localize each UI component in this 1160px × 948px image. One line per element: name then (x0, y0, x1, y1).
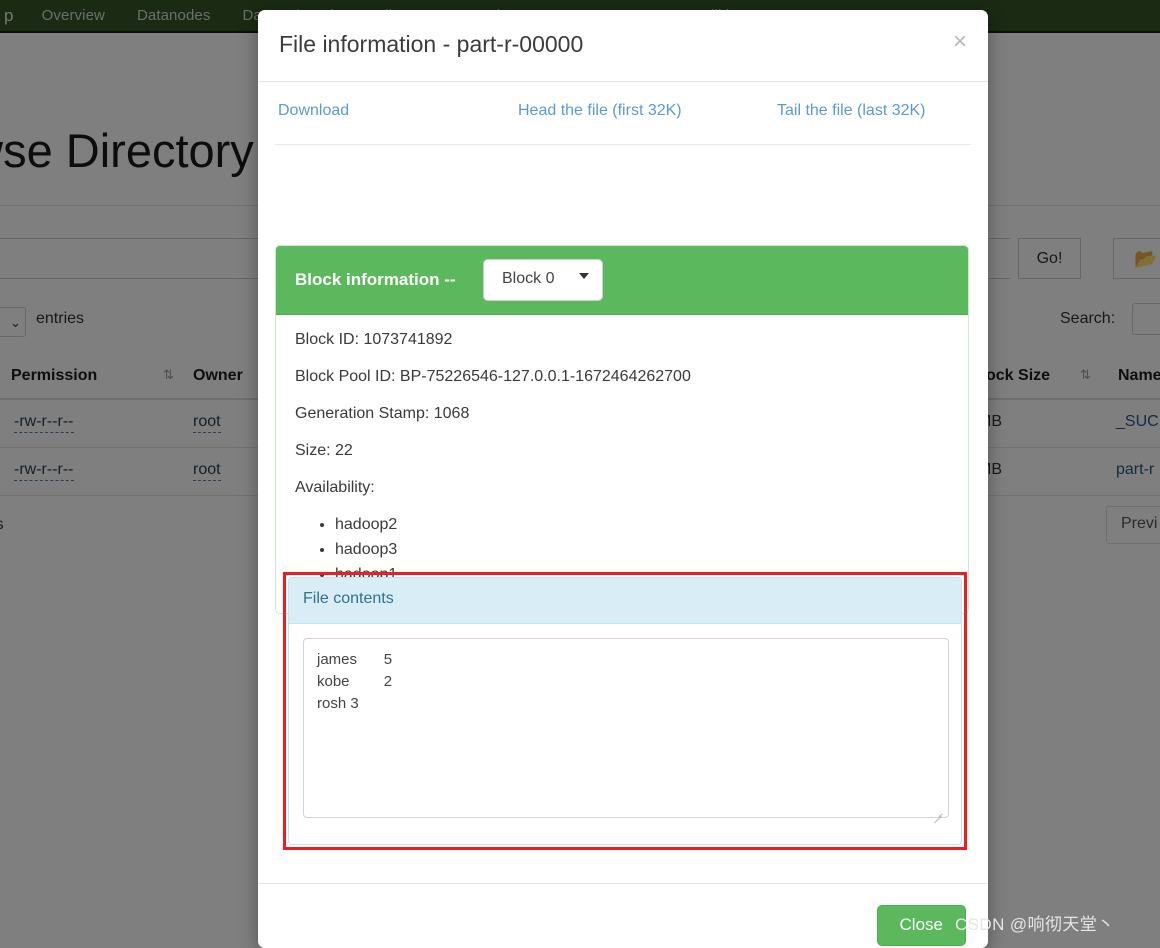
download-link[interactable]: Download (278, 102, 349, 120)
file-contents-heading: File contents (289, 578, 961, 624)
block-information-title: Block information -- (295, 270, 456, 289)
modal-header: File information - part-r-00000 × (258, 10, 988, 82)
file-contents-title: File contents (303, 590, 394, 607)
file-contents-body (289, 624, 961, 837)
watermark: CSDN @响彻天堂丶 (955, 915, 1115, 934)
block-id-text: Block ID: 1073741892 (295, 331, 453, 348)
close-icon[interactable]: × (953, 30, 967, 54)
list-item: hadoop2 (335, 516, 949, 534)
list-item: hadoop3 (335, 541, 949, 559)
head-file-link[interactable]: Head the file (first 32K) (518, 102, 682, 120)
modal-title: File information - part-r-00000 (279, 31, 584, 57)
tail-file-link[interactable]: Tail the file (last 32K) (777, 102, 926, 120)
block-information-heading: Block information -- Block 0 (276, 246, 968, 315)
modal-footer: Close (258, 883, 988, 948)
availability-list: hadoop2 hadoop3 hadoop1 (295, 516, 949, 584)
size-text: Size: 22 (295, 442, 353, 459)
file-actions-row: Download Head the file (first 32K) Tail … (275, 82, 971, 145)
block-information-body: Block ID: 1073741892 Block Pool ID: BP-7… (276, 315, 968, 613)
file-contents-panel: File contents (288, 577, 962, 845)
close-button[interactable]: Close (876, 905, 966, 946)
block-pool-id-text: Block Pool ID: BP-75226546-127.0.0.1-167… (295, 368, 691, 385)
availability-label: Availability: (295, 479, 375, 496)
modal-body: Download Head the file (first 32K) Tail … (258, 82, 988, 614)
screen: p Overview Datanodes Datanode Volume Fai… (0, 0, 1160, 948)
file-contents-textarea[interactable] (303, 638, 949, 818)
block-information-panel: Block information -- Block 0 Block ID: 1… (275, 245, 969, 614)
block-select-value: Block 0 (502, 270, 555, 287)
chevron-down-icon (579, 273, 589, 279)
block-select[interactable]: Block 0 (483, 259, 603, 301)
generation-stamp-text: Generation Stamp: 1068 (295, 405, 470, 422)
